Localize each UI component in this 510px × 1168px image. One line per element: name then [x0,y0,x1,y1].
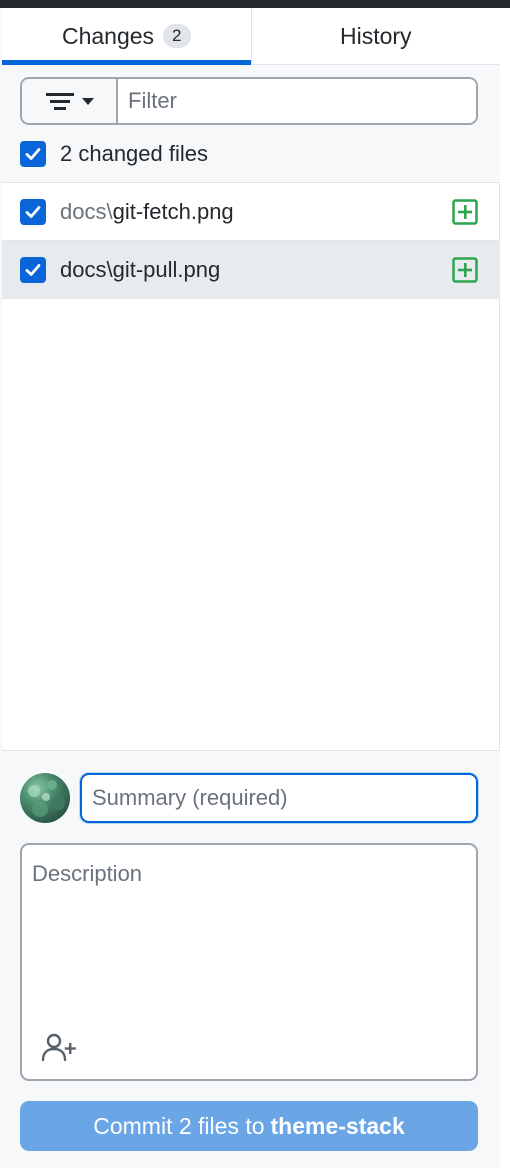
changed-files-count: 2 changed files [60,140,208,166]
file-checkbox[interactable] [20,256,46,283]
changes-panel: Changes 2 History 2 changed f [2,8,500,1168]
chevron-down-icon [82,98,94,105]
commit-branch-name: theme-stack [270,1112,405,1139]
commit-button[interactable]: Commit 2 files to theme-stack [20,1101,478,1151]
tab-changes-label: Changes [61,22,155,49]
file-directory: docs\ [60,256,113,282]
filter-input[interactable] [118,79,476,123]
filter-icon [46,93,94,110]
filter-options-button[interactable] [22,79,118,123]
file-added-icon [452,257,478,283]
summary-input[interactable] [80,773,478,823]
tab-history[interactable]: History [250,8,501,64]
person-add-icon [41,1033,76,1062]
tab-history-label: History [339,22,412,49]
checkmark-icon [25,263,41,276]
file-checkbox[interactable] [20,198,46,225]
description-box [20,843,478,1081]
changes-count-badge: 2 [163,24,191,48]
file-added-icon [452,199,478,225]
file-directory: docs\ [60,198,113,224]
file-path: docs\git-pull.png [60,257,220,283]
commit-message-area: Commit 2 files to theme-stack [2,750,500,1168]
checkmark-icon [25,147,41,160]
file-list: docs\git-fetch.png docs\git-pull.png [2,183,500,299]
file-name: git-pull.png [112,256,221,282]
description-input[interactable] [22,845,476,1025]
filter-row [2,65,500,125]
commit-button-label: Commit 2 files to [93,1112,265,1139]
avatar [20,773,70,823]
file-name: git-fetch.png [112,198,234,224]
checkmark-icon [25,205,41,218]
file-row[interactable]: docs\git-fetch.png [2,183,500,241]
filter-box [20,77,478,125]
add-coauthor-button[interactable] [38,1029,82,1065]
file-row[interactable]: docs\git-pull.png [2,241,500,299]
title-bar [0,0,510,8]
tab-changes[interactable]: Changes 2 [2,8,251,65]
avatar-image [28,780,65,817]
select-all-row: 2 changed files [2,125,500,183]
select-all-checkbox[interactable] [20,140,46,167]
file-path: docs\git-fetch.png [60,199,234,225]
tab-bar: Changes 2 History [2,8,500,65]
